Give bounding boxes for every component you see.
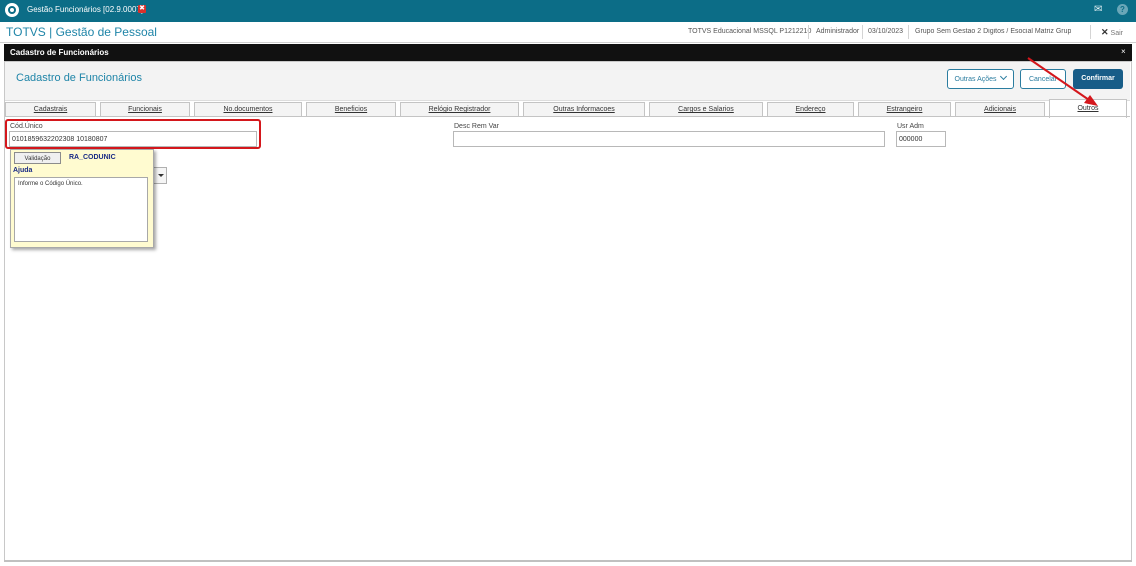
dialog-title-bar: [4, 44, 1132, 61]
window-title-bar: [0, 0, 1136, 22]
dialog-close-icon[interactable]: ×: [1121, 47, 1126, 56]
tooltip-help-label: Ajuda: [13, 167, 33, 174]
header-divider: [862, 25, 863, 39]
totvs-logo-icon: [5, 3, 19, 17]
tab-cargos-e-salarios[interactable]: Cargos e Salarios: [649, 102, 763, 116]
usr-adm-input[interactable]: 000000: [896, 131, 946, 147]
date-label: 03/10/2023: [868, 28, 904, 35]
dialog-bottom-border: [4, 560, 1132, 562]
environment-label: TOTVS Educacional MSSQL P1212210: [688, 28, 812, 35]
tab-endereco[interactable]: Endereço: [767, 102, 854, 116]
usr-adm-label: Usr Adm: [897, 123, 924, 130]
tab-outras-informacoes[interactable]: Outras Informacoes: [523, 102, 645, 116]
tab-divider: [5, 116, 1130, 117]
tooltip-help-text: Informe o Código Único.: [18, 181, 83, 187]
dropdown-arrow-button[interactable]: [153, 167, 167, 184]
tab-no-documentos[interactable]: No.documentos: [194, 102, 302, 116]
chevron-down-icon: [1000, 72, 1008, 81]
header-divider: [908, 25, 909, 39]
app-title: TOTVS | Gestão de Pessoal: [6, 25, 157, 39]
tooltip-tab-validacao[interactable]: Validação: [14, 152, 61, 164]
user-label: Administrador: [816, 28, 860, 35]
company-label[interactable]: Grupo Sem Gestao 2 Digitos / Esocial Mat…: [915, 28, 1071, 35]
dialog-title: Cadastro de Funcionários: [10, 48, 109, 57]
annotation-arrow-icon: [1027, 57, 1098, 106]
desc-rem-var-input[interactable]: [453, 131, 885, 147]
form-title: Cadastro de Funcionários: [16, 72, 142, 84]
help-icon[interactable]: ?: [1117, 4, 1128, 15]
close-icon: ✕: [1101, 27, 1109, 37]
header-divider: [808, 25, 809, 39]
window-title: Gestão Funcionários [02.9.0007]: [27, 5, 144, 14]
exit-label: Sair: [1110, 30, 1123, 37]
tab-cadastrais[interactable]: Cadastrais: [5, 102, 96, 116]
other-actions-label: Outras Ações: [954, 76, 997, 83]
mail-icon[interactable]: ✉: [1094, 4, 1102, 15]
tab-relogio-registrador[interactable]: Relógio Registrador: [400, 102, 519, 116]
tab-estrangeiro[interactable]: Estrangeiro: [858, 102, 951, 116]
exit-button[interactable]: ✕ Sair: [1101, 27, 1123, 38]
tooltip-field-code: RA_CODUNIC: [69, 154, 116, 161]
other-actions-button[interactable]: Outras Ações: [947, 69, 1014, 89]
tab-funcionais[interactable]: Funcionais: [100, 102, 190, 116]
tab-beneficios[interactable]: Beneficios: [306, 102, 396, 116]
close-window-icon[interactable]: ✖: [138, 5, 146, 13]
header-divider: [1090, 25, 1091, 39]
desc-rem-var-label: Desc Rem Var: [454, 123, 499, 130]
annotation-highlight-box: [5, 119, 261, 149]
